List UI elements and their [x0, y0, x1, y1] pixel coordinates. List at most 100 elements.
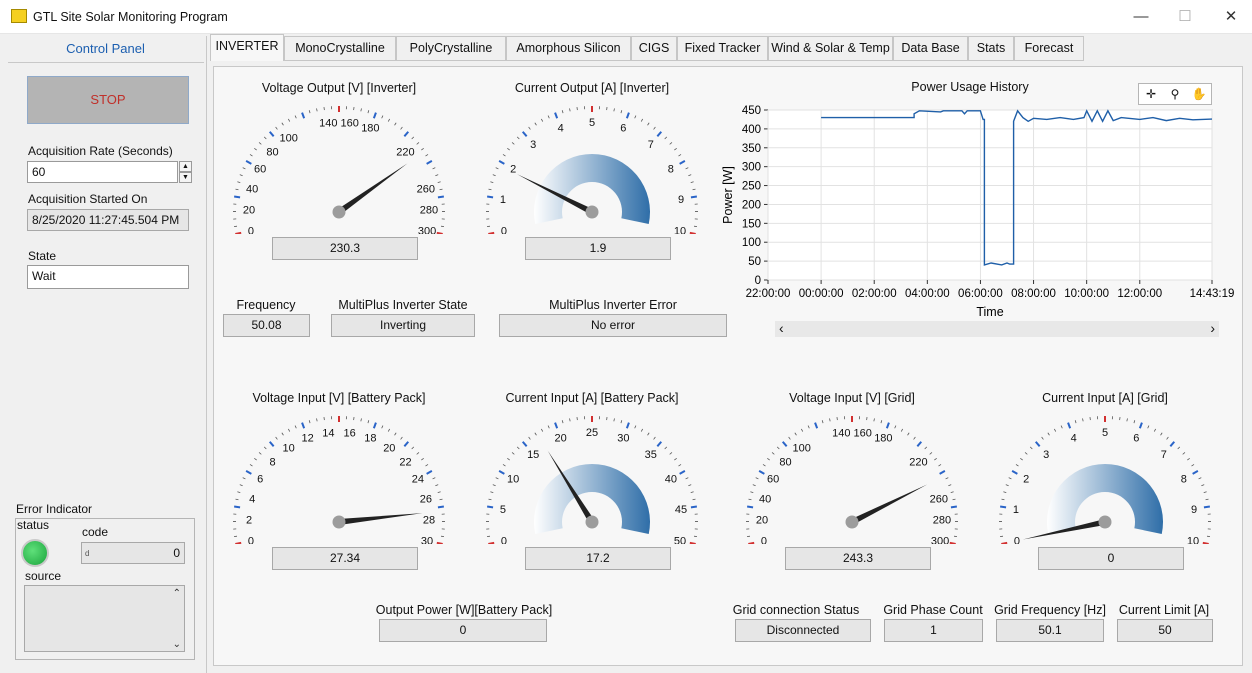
- tab-wind-solar-temp[interactable]: Wind & Solar & Temp: [768, 36, 893, 61]
- gauge-tick: [492, 484, 496, 487]
- y-tick-label: 150: [742, 218, 761, 230]
- gauge-tick: [263, 446, 267, 450]
- gauge-tick-label: 140: [832, 428, 850, 440]
- gauge-ibat[interactable]: 0 5 10 15 20 25 30 35 40 45 50: [475, 404, 709, 544]
- tab-cigs[interactable]: CIGS: [631, 36, 677, 61]
- gauge-tick: [281, 432, 284, 436]
- gauge-tick: [807, 425, 810, 429]
- gauge-tick-label: 50: [674, 536, 686, 544]
- gauge-title-iout: Current Output [A] [Inverter]: [514, 81, 670, 95]
- gauge-tick-label: 300: [931, 536, 949, 544]
- gauge-tick-label: 0: [248, 536, 254, 544]
- inverter-state-value: Inverting: [331, 314, 475, 337]
- current-limit-value: 50: [1117, 619, 1213, 642]
- acq-rate-input[interactable]: 60: [27, 161, 178, 183]
- tab-inverter[interactable]: INVERTER: [210, 34, 284, 61]
- gauge-tick-label: 28: [423, 514, 435, 526]
- gauge-tick: [436, 231, 443, 234]
- gauge-tick-label: 60: [767, 474, 779, 486]
- tab-monocrystalline[interactable]: MonoCrystalline: [284, 36, 396, 61]
- gauge-tick-label: 2: [510, 164, 516, 176]
- gauge-tick: [689, 231, 696, 234]
- gauge-tick: [528, 126, 531, 130]
- minimize-button[interactable]: —: [1126, 6, 1156, 28]
- gauge-tick: [674, 457, 677, 461]
- gauge-tick-label: 6: [1133, 433, 1139, 445]
- tab-fixed-tracker[interactable]: Fixed Tracker: [677, 36, 768, 61]
- gauge-tick: [1126, 418, 1128, 422]
- scroll-up-icon[interactable]: ⌃: [173, 588, 181, 599]
- gauge-tick-label: 20: [555, 433, 567, 445]
- gauge-digital-iout: 1.9: [525, 237, 671, 260]
- gauge-vout[interactable]: 0 20 40 6080100 140 160 180 220 260 280 300: [222, 94, 456, 234]
- gauge-tick: [900, 428, 904, 432]
- gauge-tick: [664, 136, 668, 140]
- maximize-button[interactable]: ☐: [1170, 6, 1200, 28]
- gauge-tick: [656, 441, 663, 447]
- scroll-right-icon[interactable]: ›: [1210, 320, 1215, 336]
- gauge-tick-label: 14: [322, 428, 334, 440]
- gauge-tick-label: 4: [1071, 433, 1077, 445]
- title-bar: GTL Site Solar Monitoring Program — ☐ ✕: [0, 0, 1252, 34]
- gauge-tick: [885, 422, 890, 429]
- tab-forecast[interactable]: Forecast: [1014, 36, 1084, 61]
- gauge-tick: [1074, 420, 1077, 424]
- gauge-igrid[interactable]: 0 1 2 3 4 5 6 7 8 9 10: [988, 404, 1222, 544]
- scroll-down-icon[interactable]: ⌄: [173, 639, 181, 650]
- gauge-tick: [521, 441, 528, 447]
- gauge-tick: [664, 446, 668, 450]
- gauge-vbat[interactable]: 024681012 14 16 18202224262830: [222, 404, 456, 544]
- gauge-tick-label: 2: [246, 514, 252, 526]
- close-button[interactable]: ✕: [1216, 6, 1246, 28]
- increment-arrow-icon[interactable]: ▲: [179, 161, 192, 172]
- gauge-tick: [534, 122, 537, 126]
- gauge-tick-label: 8: [269, 456, 275, 468]
- gauge-tick: [938, 464, 942, 467]
- gauge-tick: [758, 470, 765, 475]
- y-tick-label: 0: [755, 275, 761, 287]
- gauge-tick: [1147, 425, 1150, 429]
- tab-stats[interactable]: Stats: [968, 36, 1014, 61]
- gauge-tick: [625, 422, 630, 429]
- chart-scrollbar[interactable]: ‹ ›: [775, 320, 1219, 337]
- gauge-tick: [498, 160, 505, 165]
- gauge-tick-label: 12: [302, 433, 314, 445]
- source-textarea[interactable]: ⌃ ⌄: [24, 585, 185, 652]
- acq-rate-label: Acquisition Rate (Seconds): [28, 144, 173, 158]
- gauge-tick: [916, 441, 923, 447]
- gauge-tick: [507, 457, 510, 461]
- grid-status-value: Disconnected: [735, 619, 871, 642]
- gauge-tick: [287, 118, 291, 122]
- gauge-tick: [488, 231, 495, 234]
- gauge-tick: [281, 122, 284, 126]
- gauge-tick: [249, 464, 253, 467]
- x-tick-label: 02:00:00: [852, 288, 897, 300]
- gauge-tick: [235, 231, 242, 234]
- gauge-tick: [561, 420, 564, 424]
- gauge-tick-label: 6: [257, 474, 263, 486]
- tab-polycrystalline[interactable]: PolyCrystalline: [396, 36, 506, 61]
- tab-data-base[interactable]: Data Base: [893, 36, 968, 61]
- status-led-icon: [21, 539, 49, 567]
- gauge-tick: [1191, 464, 1195, 467]
- gauge-tick: [1187, 457, 1190, 461]
- tab-amorphous-silicon[interactable]: Amorphous Silicon: [506, 36, 631, 61]
- gauge-tick: [669, 142, 673, 145]
- gauge-tick: [495, 477, 499, 480]
- frequency-label: Frequency: [236, 298, 296, 312]
- gauge-tick: [416, 142, 420, 145]
- stop-button[interactable]: STOP: [27, 76, 189, 124]
- gauge-iout[interactable]: 0 1 2 3 4 5 6 7 8 9 10: [475, 94, 709, 234]
- gauge-vgrid[interactable]: 0 20 40 6080100 140 160 180 220 260 280 300: [735, 404, 969, 544]
- gauge-tick: [268, 131, 275, 137]
- gauge-tick: [634, 425, 637, 429]
- scroll-left-icon[interactable]: ‹: [779, 320, 784, 336]
- gauge-hub: [332, 205, 346, 219]
- gauge-tick: [690, 505, 698, 509]
- gauge-tick: [692, 188, 696, 191]
- gauge-tick-label: 26: [420, 493, 432, 505]
- gauge-tick: [800, 428, 804, 432]
- gauge-tick: [507, 147, 510, 151]
- decrement-arrow-icon[interactable]: ▼: [179, 172, 192, 183]
- gauge-tick-label: 10: [1187, 536, 1199, 544]
